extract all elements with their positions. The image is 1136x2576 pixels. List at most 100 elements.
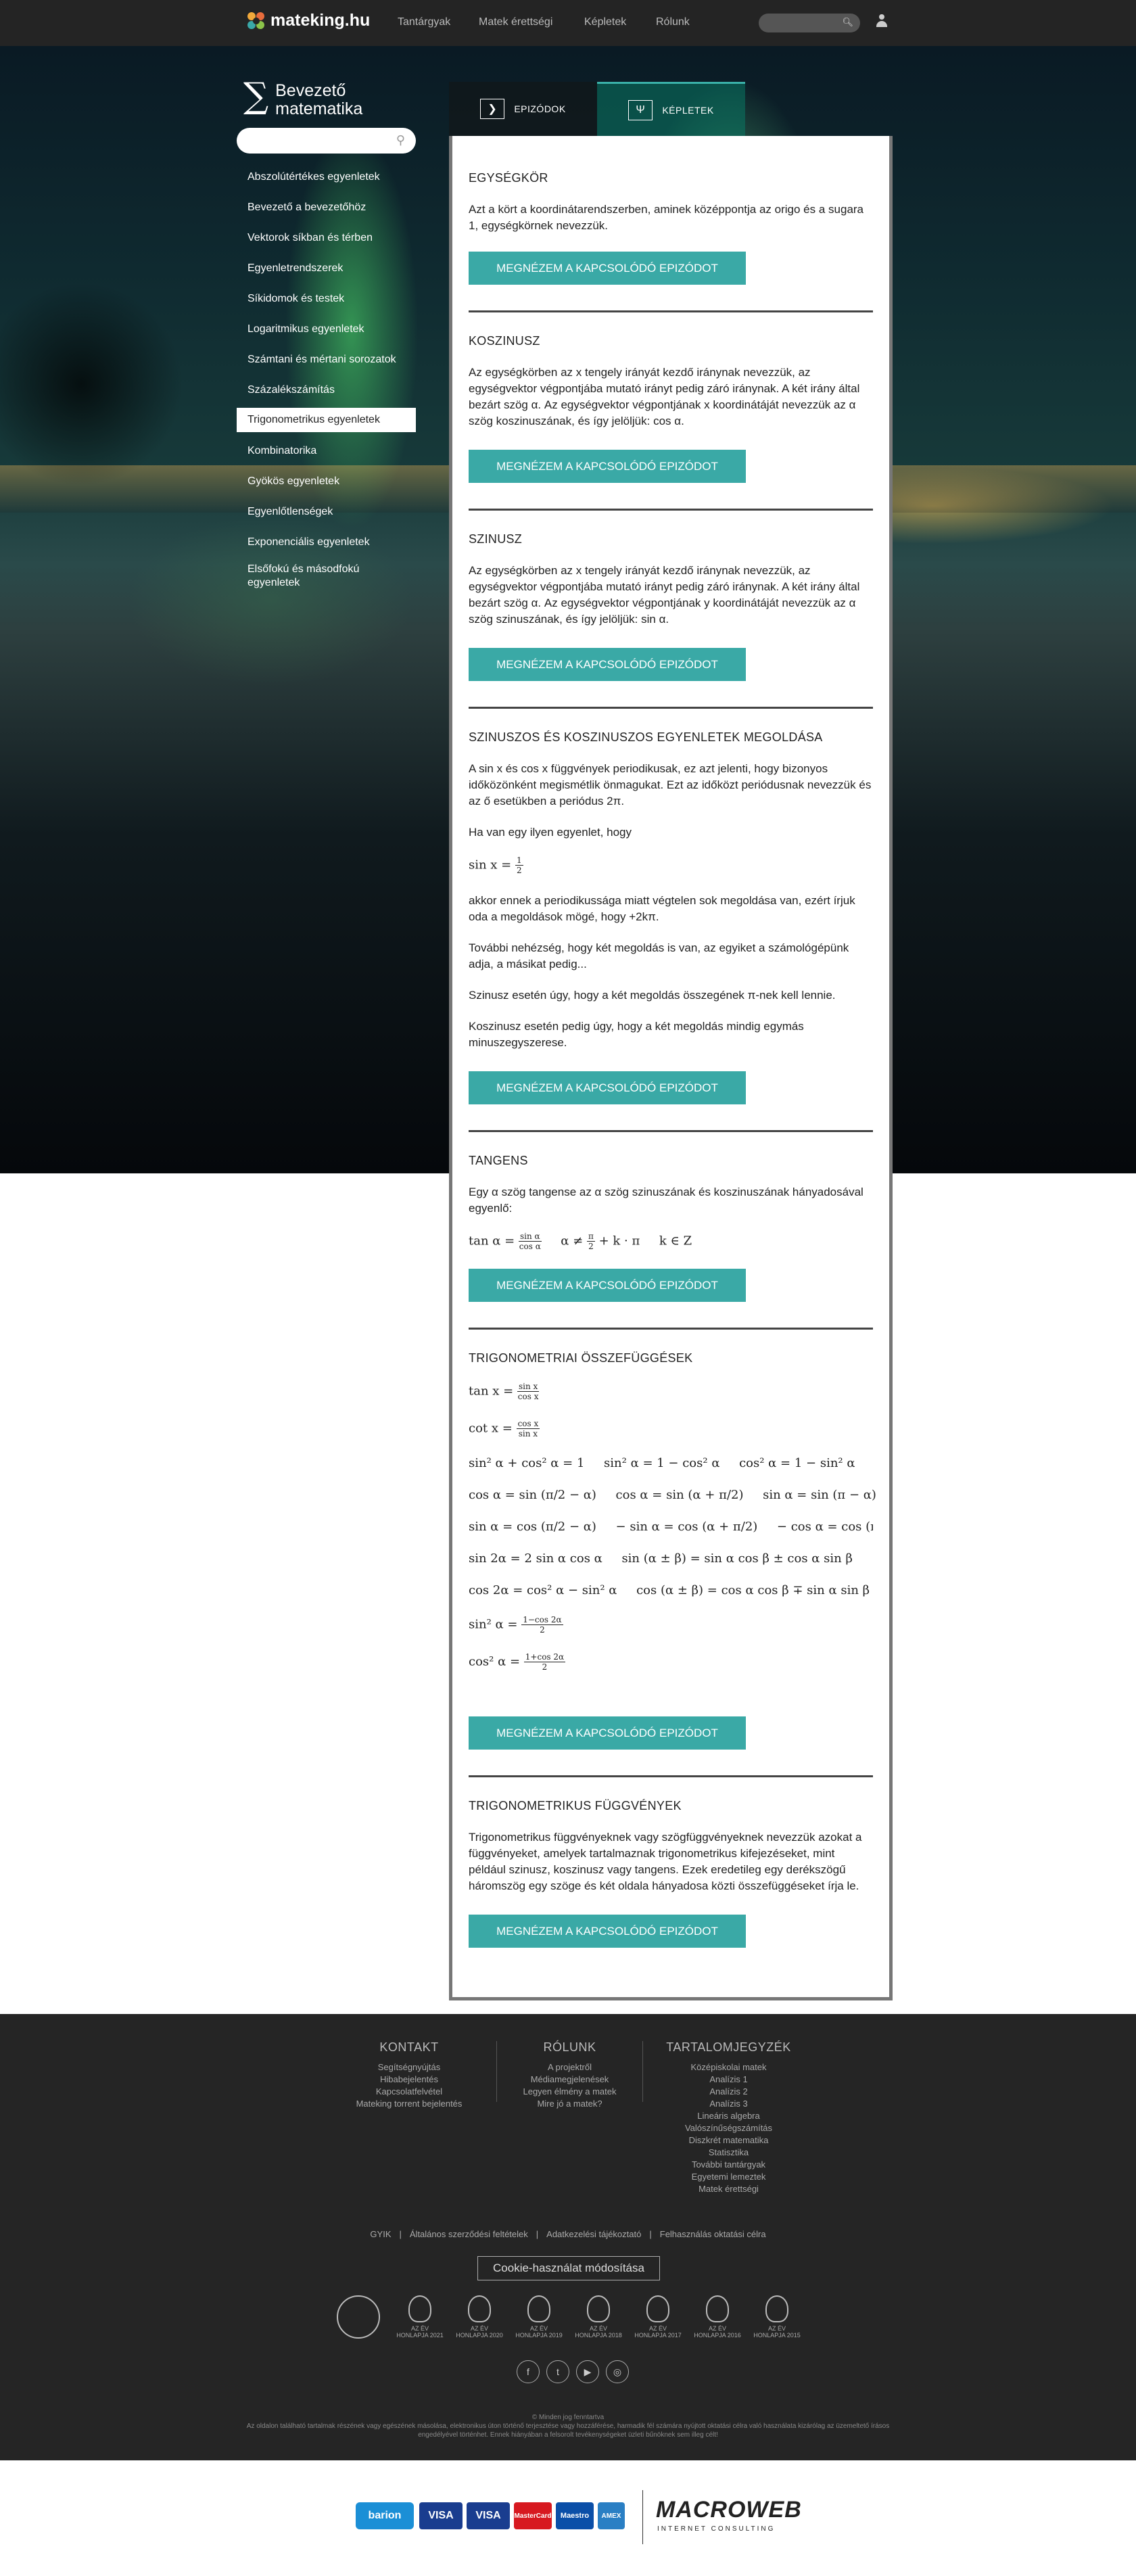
footer-link[interactable]: A projektről <box>511 2061 629 2074</box>
formula-text: sin² α = <box>469 1617 518 1632</box>
section-koszinusz: KOSZINUSZ Az egységkörben az x tengely i… <box>469 312 873 511</box>
formula-pythagorean: sin² α + cos² α = 1 sin² α = 1 − cos² α … <box>469 1456 855 1470</box>
footer-link[interactable]: Analízis 1 <box>656 2074 801 2086</box>
footer-divider <box>496 2041 497 2102</box>
copyright-text: Az oldalon található tartalmak részének … <box>246 2422 890 2439</box>
twitter-icon[interactable]: t <box>546 2360 569 2383</box>
footer-legal-link[interactable]: GYIK <box>370 2229 391 2239</box>
sidebar-item[interactable]: Százalékszámítás <box>237 375 419 405</box>
sidebar-item[interactable]: Egyenletrendszerek <box>237 253 419 283</box>
sidebar-item[interactable]: Vektorok síkban és térben <box>237 223 419 253</box>
footer-divider <box>642 2041 643 2102</box>
award-badge: AZ ÉV HONLAPJA 2017 <box>634 2295 682 2345</box>
sidebar-item[interactable]: Bevezető a bevezetőhöz <box>237 192 419 223</box>
social-links: f t ▶ ◎ <box>517 2360 629 2383</box>
facebook-icon[interactable]: f <box>517 2360 540 2383</box>
footer-link[interactable]: Segítségnyújtás <box>335 2061 483 2074</box>
section-title: KOSZINUSZ <box>469 334 540 348</box>
sidebar-search-input[interactable]: ⚲ <box>237 128 416 154</box>
footer: KONTAKT Segítségnyújtás Hibabejelentés Kap… <box>0 2014 1136 2460</box>
footer-legal-links: GYIK | Általános szerződési feltételek | Ada… <box>0 2229 1136 2239</box>
footer-link[interactable]: További tantárgyak <box>656 2159 801 2171</box>
sidebar-item[interactable]: Egyenlőtlenségek <box>237 496 419 527</box>
section-text: Egy α szög tangense az α szög szinuszána… <box>469 1186 863 1215</box>
trophy-icon <box>408 2295 431 2322</box>
link-separator: | <box>536 2229 539 2239</box>
nav-matek-erettsegi[interactable]: Matek érettségi <box>479 16 552 28</box>
footer-link[interactable]: Médiamegjelenések <box>511 2074 629 2086</box>
link-separator: | <box>649 2229 652 2239</box>
sidebar-item[interactable]: Elsőfokú és másodfokú egyenletek <box>237 557 419 601</box>
watch-episode-button[interactable]: MEGNÉZEM A KAPCSOLÓDÓ EPIZÓDOT <box>469 1071 746 1104</box>
sidebar-item[interactable]: Gyökös egyenletek <box>237 466 419 496</box>
footer-link[interactable]: Valószínűségszámítás <box>656 2122 801 2134</box>
footer-link[interactable]: Diszkrét matematika <box>656 2134 801 2147</box>
watch-episode-button[interactable]: MEGNÉZEM A KAPCSOLÓDÓ EPIZÓDOT <box>469 1716 746 1750</box>
chevron-right-icon: ❯ <box>480 99 505 119</box>
tab-epizodok[interactable]: ❯ EPIZÓDOK <box>449 82 597 136</box>
formula-cos-squared: cos² α = 1+cos 2α 2 <box>469 1652 873 1672</box>
footer-link[interactable]: Középiskolai matek <box>656 2061 801 2074</box>
footer-link-list: Segítségnyújtás Hibabejelentés Kapcsolatfe… <box>335 2061 483 2110</box>
award-label: AZ ÉV HONLAPJA 2017 <box>634 2325 682 2339</box>
mateking-logo[interactable]: mateking.hu <box>247 11 370 30</box>
footer-link[interactable]: Mateking torrent bejelentés <box>335 2098 483 2110</box>
footer-link[interactable]: Lineáris algebra <box>656 2110 801 2122</box>
award-seal-icon <box>337 2295 384 2345</box>
footer-kontakt: KONTAKT Segítségnyújtás Hibabejelentés Kap… <box>335 2041 483 2110</box>
footer-link[interactable]: Kapcsolatfelvétel <box>335 2086 483 2098</box>
numerator: 1−cos 2α <box>521 1615 563 1625</box>
sidebar-item[interactable]: Síkidomok és testek <box>237 283 419 314</box>
footer-legal-link[interactable]: Felhasználás oktatási célra <box>660 2229 766 2239</box>
section-text: Szinusz esetén úgy, hogy a két megoldás … <box>469 989 836 1002</box>
section-text: Azt a kört a koordinátarendszerben, amin… <box>469 203 864 232</box>
watch-episode-button[interactable]: MEGNÉZEM A KAPCSOLÓDÓ EPIZÓDOT <box>469 252 746 285</box>
footer-link[interactable]: Analízis 3 <box>656 2098 801 2110</box>
instagram-icon[interactable]: ◎ <box>606 2360 629 2383</box>
watch-episode-button[interactable]: MEGNÉZEM A KAPCSOLÓDÓ EPIZÓDOT <box>469 1915 746 1948</box>
youtube-icon[interactable]: ▶ <box>576 2360 599 2383</box>
sidebar-item[interactable]: Abszolútértékes egyenletek <box>237 162 419 192</box>
macroweb-tagline: INTERNET CONSULTING <box>657 2525 776 2533</box>
search-icon[interactable]: 🔍︎ <box>842 17 853 28</box>
award-badge: AZ ÉV HONLAPJA 2016 <box>694 2295 741 2345</box>
search-icon[interactable]: ⚲ <box>396 133 405 147</box>
user-icon[interactable] <box>876 14 887 28</box>
sidebar-item[interactable]: Számtani és mértani sorozatok <box>237 344 419 375</box>
watch-episode-button[interactable]: MEGNÉZEM A KAPCSOLÓDÓ EPIZÓDOT <box>469 648 746 681</box>
section-text: Az egységkörben az x tengely irányát kez… <box>469 564 860 626</box>
footer-tartalom: TARTALOMJEGYZÉK Középiskolai matek Analíz… <box>656 2041 801 2195</box>
section-osszefuggesek: TRIGONOMETRIAI ÖSSZEFÜGGÉSEK tan x = sin… <box>469 1330 876 1777</box>
footer-link[interactable]: Statisztika <box>656 2147 801 2159</box>
tab-kepletek[interactable]: Ψ KÉPLETEK <box>597 82 745 136</box>
trophy-icon <box>646 2295 669 2322</box>
footer-link[interactable]: Legyen élmény a matek <box>511 2086 629 2098</box>
nav-rolunk[interactable]: Rólunk <box>656 16 690 28</box>
search-input[interactable]: 🔍︎ <box>759 14 860 32</box>
formula-text: cos² α = <box>469 1654 521 1669</box>
tree-silhouette <box>0 249 223 492</box>
footer-link[interactable]: Egyetemi lemeztek <box>656 2171 801 2183</box>
content-tabs: ❯ EPIZÓDOK Ψ KÉPLETEK <box>449 82 745 136</box>
psi-icon: Ψ <box>628 99 653 120</box>
nav-kepletek[interactable]: Képletek <box>584 16 626 28</box>
award-badges: AZ ÉV HONLAPJA 2021 AZ ÉV HONLAPJA 2020 AZ… <box>337 2295 801 2345</box>
footer-link[interactable]: Hibabejelentés <box>335 2074 483 2086</box>
cookie-settings-button[interactable]: Cookie-használat módosítása <box>477 2256 660 2280</box>
numerator: 1+cos 2α <box>523 1652 566 1662</box>
sidebar-item[interactable]: Logaritmikus egyenletek <box>237 314 419 344</box>
footer-link[interactable]: Matek érettségi <box>656 2183 801 2195</box>
nav-tantargyak[interactable]: Tantárgyak <box>398 16 450 28</box>
watch-episode-button[interactable]: MEGNÉZEM A KAPCSOLÓDÓ EPIZÓDOT <box>469 450 746 483</box>
numerator: sin α <box>518 1232 542 1242</box>
watch-episode-button[interactable]: MEGNÉZEM A KAPCSOLÓDÓ EPIZÓDOT <box>469 1269 746 1302</box>
footer-link[interactable]: Analízis 2 <box>656 2086 801 2098</box>
numerator: cos x <box>516 1419 540 1429</box>
footer-link[interactable]: Mire jó a matek? <box>511 2098 629 2110</box>
footer-legal-link[interactable]: Adatkezelési tájékoztató <box>546 2229 641 2239</box>
formula-cos-double: cos 2α = cos² α − sin² α cos (α ± β) = c… <box>469 1583 870 1597</box>
sidebar-item[interactable]: Kombinatorika <box>237 436 419 466</box>
sidebar-item[interactable]: Exponenciális egyenletek <box>237 527 419 557</box>
sidebar-item[interactable]: Trigonometrikus egyenletek <box>237 408 416 432</box>
footer-legal-link[interactable]: Általános szerződési feltételek <box>410 2229 528 2239</box>
